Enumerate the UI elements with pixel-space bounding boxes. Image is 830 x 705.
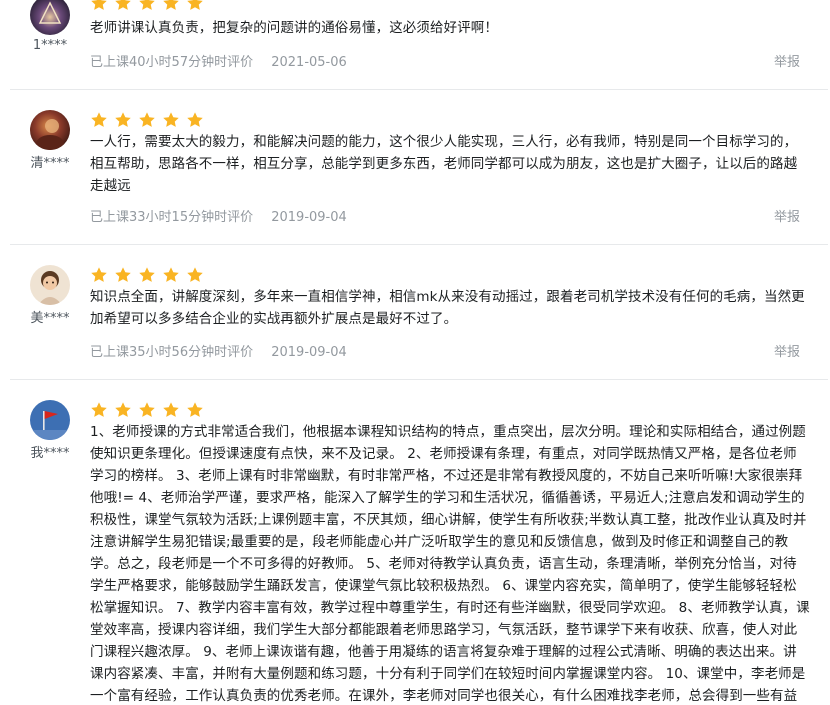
username: 美**** [30,311,70,326]
star-icon [114,111,132,129]
star-icon [114,266,132,284]
review-date: 2019-09-04 [271,210,347,225]
review-meta: 已上课40小时57分钟时评价 2021-05-06 [90,51,361,70]
review-text: 1、老师授课的方式非常适合我们，他根据本课程知识结构的特点，重点突出，层次分明。… [90,424,810,704]
star-icon [162,266,180,284]
rating-stars [90,401,210,419]
star-icon [138,0,156,12]
review-text: 一人行，需要太大的毅力，和能解决问题的能力，这个很少人能实现，三人行，必有我师，… [90,134,798,194]
star-icon [138,401,156,419]
star-icon [90,0,108,12]
star-icon [90,401,108,419]
rating-stars [90,111,210,129]
review-item: 美**** 知识点全面，讲解度深刻，多年来一直相信学神，相信mk从来没有动摇过，… [0,245,830,380]
star-icon [162,401,180,419]
review-date: 2021-05-06 [271,55,347,70]
study-time: 已上课40小时57分钟时评价 [90,55,254,70]
review-text: 知识点全面，讲解度深刻，多年来一直相信学神，相信mk从来没有动摇过，跟着老司机学… [90,289,805,327]
rating-stars [90,266,210,284]
star-icon [138,266,156,284]
star-icon [162,111,180,129]
report-link[interactable]: 举报 [774,341,800,360]
star-icon [186,401,204,419]
star-icon [162,0,180,12]
review-meta: 已上课33小时15分钟时评价 2019-09-04 [90,206,361,225]
star-icon [114,0,132,12]
avatar[interactable] [30,265,70,305]
review-item: 我**** 1、老师授课的方式非常适合我们，他根据本课程知识结构的特点，重点突出… [0,380,830,705]
username: 清**** [30,156,70,171]
review-item: 1**** 老师讲课认真负责，把复杂的问题讲的通俗易懂，这必须给好评啊！ 已上课… [0,0,830,90]
star-icon [186,0,204,12]
avatar[interactable] [30,400,70,440]
avatar[interactable] [30,110,70,150]
report-link[interactable]: 举报 [774,206,800,225]
star-icon [186,111,204,129]
review-item: 清**** 一人行，需要太大的毅力，和能解决问题的能力，这个很少人能实现，三人行… [0,90,830,245]
username: 我**** [30,446,70,461]
star-icon [90,111,108,129]
review-date: 2019-09-04 [271,345,347,360]
study-time: 已上课35小时56分钟时评价 [90,345,254,360]
report-link[interactable]: 举报 [774,51,800,70]
review-meta: 已上课35小时56分钟时评价 2019-09-04 [90,341,361,360]
study-time: 已上课33小时15分钟时评价 [90,210,254,225]
review-text: 老师讲课认真负责，把复杂的问题讲的通俗易懂，这必须给好评啊！ [90,20,498,36]
star-icon [138,111,156,129]
star-icon [90,266,108,284]
avatar[interactable] [30,0,70,35]
rating-stars [90,0,210,12]
username: 1**** [32,38,68,53]
star-icon [186,266,204,284]
star-icon [114,401,132,419]
